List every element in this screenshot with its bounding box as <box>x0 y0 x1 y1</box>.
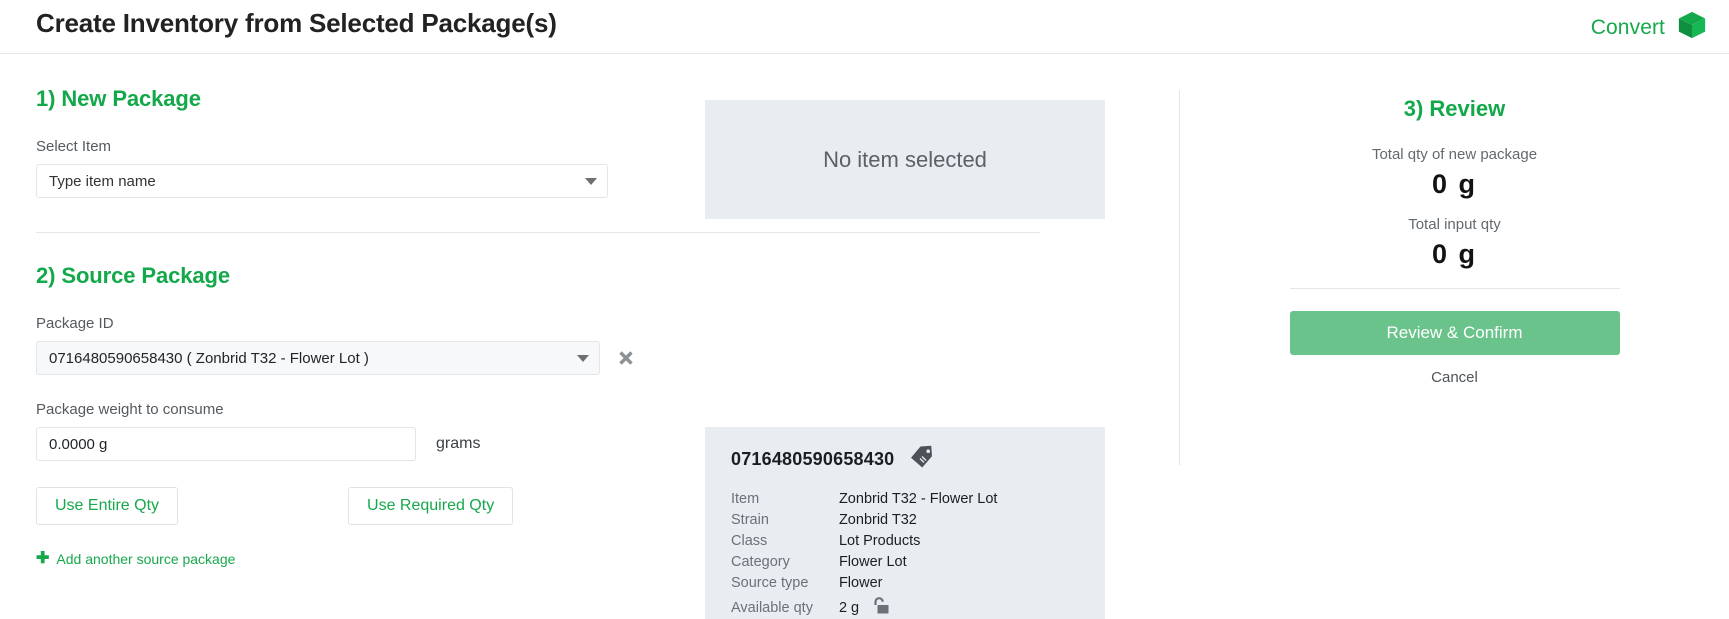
qty-button-row: Use Entire Qty Use Required Qty <box>36 487 636 525</box>
package-weight-input[interactable] <box>36 427 416 461</box>
convert-button[interactable]: Convert <box>1591 10 1707 45</box>
new-package-section: 1) New Package Select Item Type item nam… <box>36 86 636 198</box>
page-title: Create Inventory from Selected Package(s… <box>36 8 557 38</box>
grams-unit-label: grams <box>436 435 481 452</box>
table-row: Source type Flower <box>731 572 997 593</box>
detail-key: Strain <box>731 511 769 528</box>
detail-value: Lot Products <box>838 532 921 549</box>
add-another-source-package-label: Add another source package <box>56 551 236 567</box>
package-id-select[interactable]: 0716480590658430 ( Zonbrid T32 - Flower … <box>36 341 600 375</box>
package-detail-card: 0716480590658430 Item Zonbrid T32 - Flow… <box>705 427 1105 619</box>
unlock-icon[interactable] <box>869 596 891 619</box>
app-header: Create Inventory from Selected Package(s… <box>0 0 1729 54</box>
detail-value: Zonbrid T32 - Flower Lot <box>838 490 998 507</box>
package-id-label: Package ID <box>36 315 114 332</box>
review-confirm-button[interactable]: Review & Confirm <box>1289 311 1620 355</box>
item-select-value: Type item name <box>49 172 156 190</box>
table-row: Category Flower Lot <box>731 551 997 572</box>
detail-key: Category <box>731 553 790 570</box>
convert-button-label: Convert <box>1590 15 1665 39</box>
close-icon[interactable] <box>616 348 636 368</box>
detail-value: Flower Lot <box>838 553 907 570</box>
new-package-heading: 1) New Package <box>36 86 201 111</box>
detail-value: Flower <box>838 574 883 591</box>
source-package-section: 2) Source Package Package ID 07164805906… <box>36 263 636 568</box>
detail-value: 2 g <box>838 599 860 616</box>
total-input-qty-caption: Total input qty <box>1408 216 1501 233</box>
detail-key: Class <box>731 532 768 549</box>
total-input-qty-value: 0 g <box>1431 239 1477 269</box>
form-column: 1) New Package Select Item Type item nam… <box>36 86 1040 568</box>
item-preview-panel: No item selected <box>705 100 1105 219</box>
table-row: Strain Zonbrid T32 <box>731 509 997 530</box>
use-entire-qty-button[interactable]: Use Entire Qty <box>36 487 179 525</box>
table-row: Class Lot Products <box>731 530 997 551</box>
item-select[interactable]: Type item name <box>36 164 608 198</box>
no-item-selected-text: No item selected <box>823 146 987 172</box>
table-row: Available qty 2 g <box>731 593 997 619</box>
total-new-package-caption: Total qty of new package <box>1371 146 1538 163</box>
review-heading: 3) Review <box>1403 96 1506 121</box>
package-card-id: 0716480590658430 <box>731 449 895 469</box>
chevron-down-icon <box>585 178 597 185</box>
package-id-row: 0716480590658430 ( Zonbrid T32 - Flower … <box>36 341 636 375</box>
package-id-select-value: 0716480590658430 ( Zonbrid T32 - Flower … <box>49 349 369 367</box>
total-new-package-value: 0 g <box>1431 169 1477 199</box>
cancel-button[interactable]: Cancel <box>1180 369 1729 386</box>
chevron-down-icon <box>577 355 589 362</box>
package-weight-label: Package weight to consume <box>36 401 224 418</box>
table-row: Item Zonbrid T32 - Flower Lot <box>731 488 997 509</box>
tag-icon <box>908 445 934 474</box>
use-required-qty-button[interactable]: Use Required Qty <box>348 487 514 525</box>
box-icon <box>1677 10 1707 45</box>
review-column: 3) Review Total qty of new package 0 g T… <box>1179 90 1729 465</box>
detail-key: Available qty <box>731 599 813 616</box>
select-item-label: Select Item <box>36 138 112 155</box>
package-weight-row: grams <box>36 427 636 461</box>
add-another-source-package-link[interactable]: ✚ Add another source package <box>36 550 236 568</box>
package-card-header: 0716480590658430 <box>731 445 1083 474</box>
preview-column: No item selected 0716480590658430 Item Z… <box>705 100 1145 619</box>
package-detail-table: Item Zonbrid T32 - Flower Lot Strain Zon… <box>731 488 997 619</box>
plus-icon: ✚ <box>36 550 50 567</box>
detail-key: Source type <box>731 574 809 591</box>
detail-key: Item <box>731 490 760 507</box>
review-divider <box>1289 288 1620 289</box>
source-package-heading: 2) Source Package <box>36 263 230 288</box>
detail-value: Zonbrid T32 <box>838 511 917 528</box>
